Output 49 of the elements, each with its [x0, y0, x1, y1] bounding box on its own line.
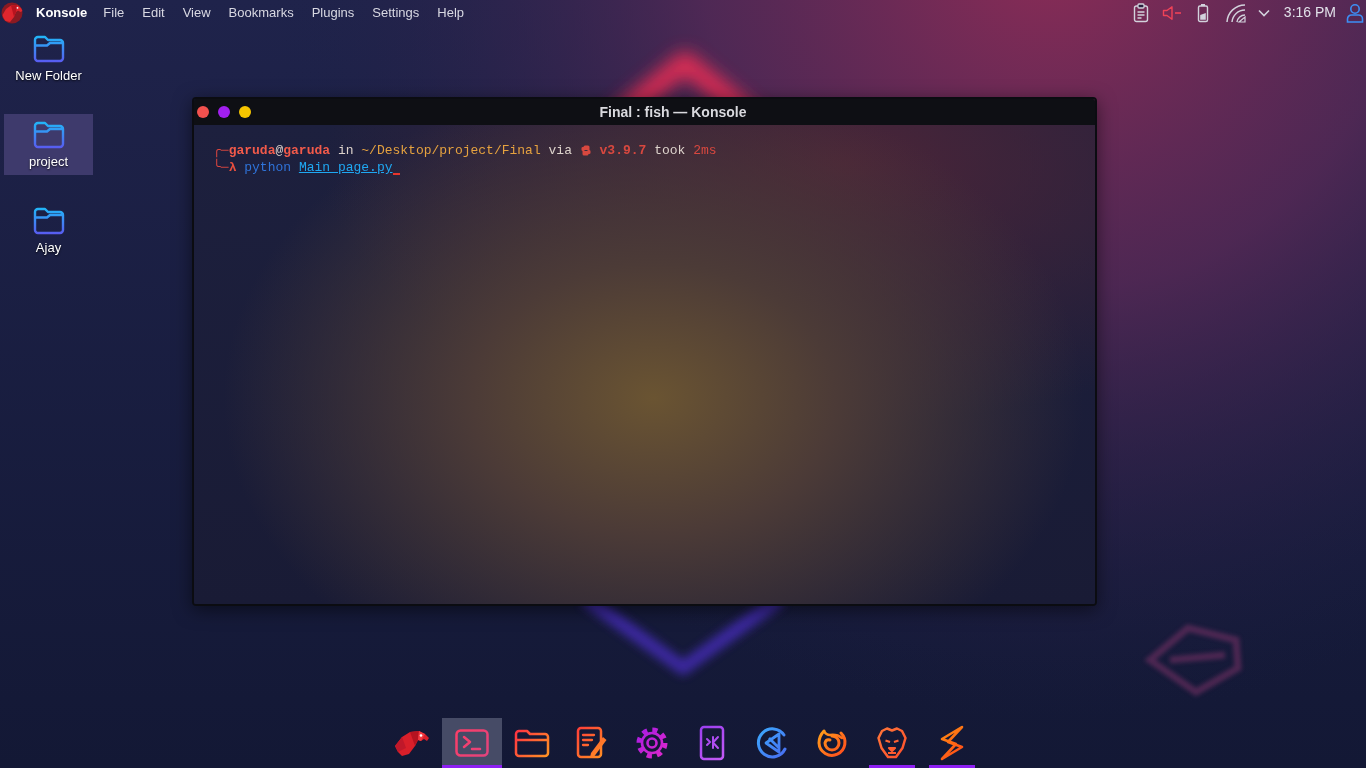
maximize-button[interactable] — [239, 106, 251, 118]
menu-item[interactable]: View — [182, 3, 211, 22]
version-text: v3.9.7 — [598, 142, 647, 159]
eagle-logo-icon[interactable] — [1, 1, 23, 24]
phone-icon — [699, 725, 725, 761]
battery-icon[interactable] — [1196, 2, 1209, 23]
command-text: python — [243, 159, 293, 176]
prompt-text: @ — [275, 142, 284, 159]
user-name: garuda — [283, 142, 331, 159]
menu-item[interactable]: Settings — [372, 3, 420, 22]
python-icon — [580, 145, 591, 156]
menu-item[interactable]: Help — [437, 3, 464, 22]
prompt-frame: ╰─ — [213, 159, 229, 176]
window-title: Final : fish — Konsole — [599, 102, 747, 122]
prompt-frame: ╭─ — [213, 142, 229, 159]
eagle-icon — [394, 728, 430, 758]
duration-text: 2ms — [693, 142, 717, 159]
terminal-icon — [455, 729, 489, 757]
user-icon[interactable] — [1346, 2, 1364, 23]
folder-icon — [32, 207, 65, 235]
gear-icon — [635, 726, 669, 760]
notepad-pencil-icon — [576, 726, 608, 760]
lion-head-icon — [875, 726, 909, 760]
menu-item[interactable]: Edit — [142, 3, 165, 22]
prompt-text: via — [547, 142, 573, 159]
volume-muted-icon[interactable] — [1161, 4, 1182, 21]
file-argument: Main_page.py — [298, 159, 393, 176]
app-name: Konsole — [36, 3, 88, 22]
folder-icon — [32, 121, 65, 149]
desktop-folder[interactable]: New Folder — [4, 28, 93, 89]
menu-item[interactable]: Plugins — [311, 3, 355, 22]
directory-path: ~/Desktop/project/Final — [361, 142, 541, 159]
desktop-folder[interactable]: Ajay — [4, 200, 93, 261]
menu-item[interactable]: File — [103, 3, 125, 22]
desktop-folder[interactable]: project — [4, 114, 93, 175]
folder-icon — [514, 728, 550, 758]
minimize-button[interactable] — [218, 106, 230, 118]
close-button[interactable] — [197, 106, 209, 118]
prompt-symbol: λ — [228, 160, 237, 176]
user-name: garuda — [228, 142, 276, 158]
clock[interactable]: 3:16 PM — [1283, 2, 1336, 23]
chevron-down-icon[interactable] — [1257, 8, 1270, 17]
menu-item[interactable]: Bookmarks — [228, 3, 294, 22]
prompt-text: took — [653, 142, 687, 159]
wifi-icon[interactable] — [1223, 2, 1246, 23]
prompt-text: in — [336, 142, 355, 159]
folder-icon — [32, 35, 65, 63]
code-icon — [755, 726, 789, 760]
clipboard-icon[interactable] — [1132, 2, 1149, 23]
